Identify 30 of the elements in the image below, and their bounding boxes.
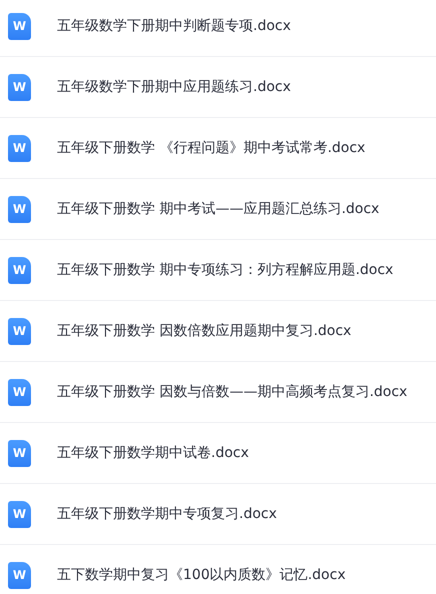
word-document-icon: W	[8, 134, 31, 162]
word-document-icon: W	[8, 256, 31, 284]
file-row[interactable]: W 五年级下册数学期中试卷.docx	[0, 423, 436, 484]
file-name: 五年级下册数学期中专项复习.docx	[57, 505, 277, 523]
file-name: 五年级下册数学 因数与倍数——期中高频考点复习.docx	[57, 383, 408, 401]
word-document-icon: W	[8, 562, 31, 588]
word-document-icon: W	[8, 318, 31, 344]
file-row[interactable]: W 五年级数学下册期中判断题专项.docx	[0, 0, 436, 57]
file-name: 五年级下册数学期中试卷.docx	[57, 444, 249, 462]
file-row[interactable]: W 五年级数学下册期中应用题练习.docx	[0, 57, 436, 118]
file-name: 五年级下册数学 期中考试——应用题汇总练习.docx	[57, 200, 380, 218]
file-name: 五年级数学下册期中判断题专项.docx	[57, 17, 291, 35]
file-name: 五年级数学下册期中应用题练习.docx	[57, 78, 291, 96]
file-row[interactable]: W 五下数学期中复习《100以内质数》记忆.docx	[0, 545, 436, 594]
file-row[interactable]: W 五年级下册数学 因数与倍数——期中高频考点复习.docx	[0, 362, 436, 423]
file-row[interactable]: W 五年级下册数学 期中考试——应用题汇总练习.docx	[0, 179, 436, 240]
file-name: 五年级下册数学 《行程问题》期中考试常考.docx	[57, 139, 366, 157]
word-document-icon: W	[8, 12, 31, 40]
word-document-icon: W	[8, 74, 31, 100]
file-row[interactable]: W 五年级下册数学 《行程问题》期中考试常考.docx	[0, 118, 436, 179]
word-document-icon: W	[8, 440, 31, 466]
file-name: 五年级下册数学 期中专项练习：列方程解应用题.docx	[57, 261, 394, 279]
word-document-icon: W	[8, 378, 31, 406]
file-row[interactable]: W 五年级下册数学期中专项复习.docx	[0, 484, 436, 545]
file-name: 五年级下册数学 因数倍数应用题期中复习.docx	[57, 322, 352, 340]
word-document-icon: W	[8, 500, 31, 528]
file-name: 五下数学期中复习《100以内质数》记忆.docx	[57, 566, 346, 584]
word-document-icon: W	[8, 196, 31, 222]
file-row[interactable]: W 五年级下册数学 因数倍数应用题期中复习.docx	[0, 301, 436, 362]
file-row[interactable]: W 五年级下册数学 期中专项练习：列方程解应用题.docx	[0, 240, 436, 301]
